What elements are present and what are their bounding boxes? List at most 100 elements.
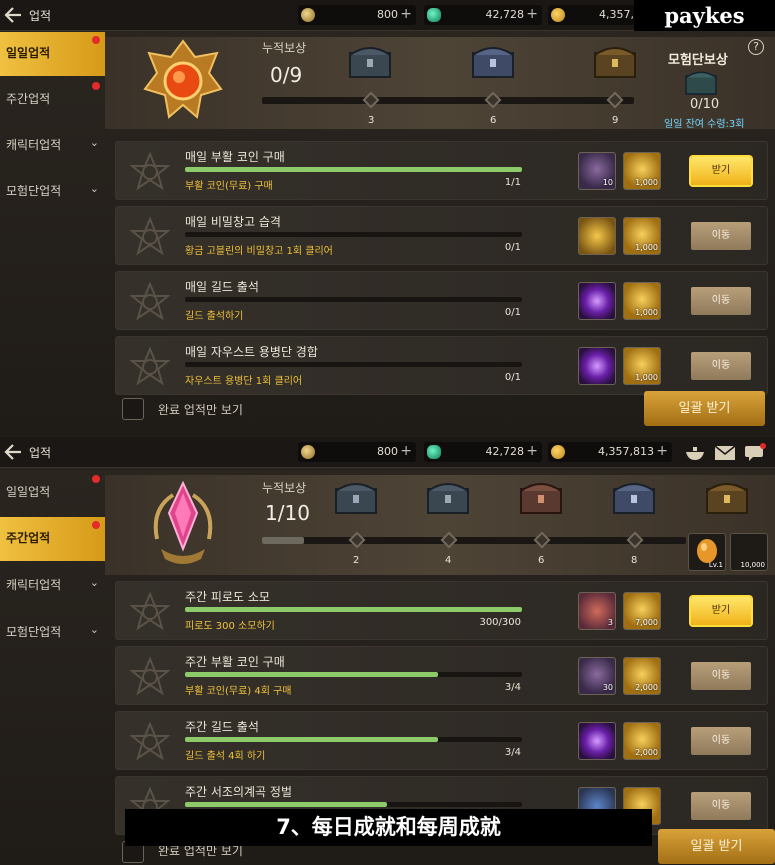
reward-red-icon[interactable]: 3 (578, 592, 616, 630)
help-icon[interactable]: ? (748, 39, 764, 55)
task-description: 부활 코인(무료) 구매 (185, 181, 273, 192)
add-coin-button[interactable]: + (400, 6, 412, 22)
mail-icon[interactable] (714, 444, 736, 462)
reward-coin-icon[interactable]: 2,000 (623, 657, 661, 695)
go-button[interactable]: 이동 (691, 792, 751, 820)
reward-coin-icon[interactable]: 1,000 (623, 347, 661, 385)
go-button[interactable]: 이동 (691, 287, 751, 315)
task-progress-bar (185, 232, 522, 237)
sidebar-item-daily[interactable]: 일일업적 (0, 471, 105, 515)
sidebar-item-weekly[interactable]: 주간업적 (0, 78, 105, 122)
chest-icon[interactable] (469, 41, 517, 81)
star-emblem-icon (130, 722, 170, 761)
gem-icon (427, 445, 441, 459)
sidebar-item-character[interactable]: 캐릭터업적 ⌄ (0, 564, 105, 608)
reward-item-icon[interactable]: 30 (578, 657, 616, 695)
task-progress-text: 0/1 (504, 242, 521, 253)
milestone-node (606, 91, 624, 109)
reward-coin-icon[interactable]: 2,000 (623, 722, 661, 760)
coin-value: 800 (377, 8, 398, 21)
reward-coin-icon[interactable]: 1,000 (623, 217, 661, 255)
gem-icon (427, 8, 441, 22)
accumulated-reward-banner: 누적보상 0/9 3 6 9 모험단보상 ? 0/10 일일 잔여 수령:3회 (105, 37, 775, 130)
task-progress-bar (185, 607, 522, 612)
reward-purple-icon[interactable] (578, 282, 616, 320)
daily-medal-icon (143, 39, 223, 119)
sidebar-item-character[interactable]: 캐릭터업적 ⌄ (0, 124, 105, 168)
claim-all-button[interactable]: 일괄 받기 (644, 391, 765, 426)
add-coin-button[interactable]: + (400, 443, 412, 459)
task-progress-text: 300/300 (479, 617, 521, 628)
accumulated-reward-banner: 누적보상 1/10 2 4 6 8 Lv.1 10,000 (105, 475, 775, 575)
gold-currency: 4,357,813 + (548, 442, 672, 462)
reward-qty: 1,000 (635, 373, 658, 382)
accumulated-progress-bar (262, 537, 686, 544)
back-arrow-icon[interactable] (3, 443, 23, 461)
reward-purple-icon[interactable] (578, 722, 616, 760)
chat-icon[interactable] (744, 443, 766, 461)
go-button[interactable]: 이동 (691, 352, 751, 380)
reward-item-icon[interactable]: 10 (578, 152, 616, 190)
task-progress-text: 3/4 (504, 747, 521, 758)
reward-purple-icon[interactable] (578, 347, 616, 385)
completed-only-label: 완료 업적만 보기 (158, 403, 243, 417)
gold-icon (551, 445, 565, 459)
go-button[interactable]: 이동 (691, 727, 751, 755)
milestone-label: 3 (368, 115, 375, 126)
add-gold-button[interactable]: + (656, 443, 668, 459)
progress-fill (185, 672, 438, 677)
task-row: 주간 부활 코인 구매 부활 코인(무료) 4회 구매 3/4 30 2,000 이동 (115, 646, 768, 705)
reward-qty: 2,000 (635, 683, 658, 692)
group-chest-icon[interactable] (681, 67, 721, 97)
task-progress-bar (185, 167, 522, 172)
reward-coin-icon[interactable]: 1,000 (623, 152, 661, 190)
task-description: 길드 출석 4회 하기 (185, 751, 266, 762)
task-name: 매일 부활 코인 구매 (185, 150, 285, 164)
reward-gold-icon[interactable] (578, 217, 616, 255)
gold-value: 4,357,813 (598, 445, 654, 458)
task-progress-bar (185, 672, 522, 677)
page-title: 업적 (29, 9, 52, 23)
claim-all-button[interactable]: 일괄 받기 (658, 829, 775, 864)
progress-fill (185, 607, 522, 612)
task-row: 매일 자우스트 용병단 경합 자우스트 용병단 1회 클리어 0/1 1,000 이동 (115, 336, 768, 395)
task-row: 매일 비밀창고 습격 황금 고블린의 비밀창고 1회 클리어 0/1 1,000 이동 (115, 206, 768, 265)
task-progress-bar (185, 362, 522, 367)
back-arrow-icon[interactable] (3, 6, 23, 24)
task-row: 주간 피로도 소모 피로도 300 소모하기 300/300 3 7,000 받기 (115, 581, 768, 640)
milestone-label: 2 (353, 555, 360, 566)
sidebar-item-label: 캐릭터업적 (6, 578, 62, 592)
chest-icon[interactable] (346, 41, 394, 81)
sidebar-item-adventure[interactable]: 모험단업적 ⌄ (0, 611, 105, 655)
chest-icon[interactable] (517, 477, 565, 517)
reward-tooltip-coin: 10,000 (730, 533, 768, 571)
sidebar-item-daily[interactable]: 일일업적 (0, 32, 105, 76)
task-progress-bar (185, 737, 522, 742)
task-name: 주간 길드 출석 (185, 720, 259, 734)
sidebar-item-weekly[interactable]: 주간업적 (0, 517, 105, 561)
chest-icon[interactable] (610, 477, 658, 517)
reward-coin-icon[interactable]: 1,000 (623, 282, 661, 320)
claim-button[interactable]: 받기 (691, 597, 751, 625)
reward-qty: Lv.1 (708, 561, 723, 569)
task-progress-text: 1/1 (504, 177, 521, 188)
star-emblem-icon (130, 282, 170, 321)
add-gem-button[interactable]: + (526, 6, 538, 22)
bowl-icon[interactable] (684, 444, 706, 462)
task-description: 길드 출석하기 (185, 311, 244, 322)
chest-icon[interactable] (591, 41, 639, 81)
sidebar-item-label: 모험단업적 (6, 625, 62, 639)
go-button[interactable]: 이동 (691, 222, 751, 250)
reward-coin-icon[interactable]: 7,000 (623, 592, 661, 630)
accumulated-reward-value: 1/10 (265, 501, 310, 525)
chest-icon[interactable] (703, 477, 751, 517)
sidebar-item-adventure[interactable]: 모험단업적 ⌄ (0, 170, 105, 214)
chest-icon[interactable] (424, 477, 472, 517)
milestone-node (348, 531, 366, 549)
coin-currency: 800 + (298, 5, 416, 25)
claim-button[interactable]: 받기 (691, 157, 751, 185)
add-gem-button[interactable]: + (526, 443, 538, 459)
chest-icon[interactable] (332, 477, 380, 517)
go-button[interactable]: 이동 (691, 662, 751, 690)
completed-only-checkbox[interactable] (122, 398, 144, 420)
